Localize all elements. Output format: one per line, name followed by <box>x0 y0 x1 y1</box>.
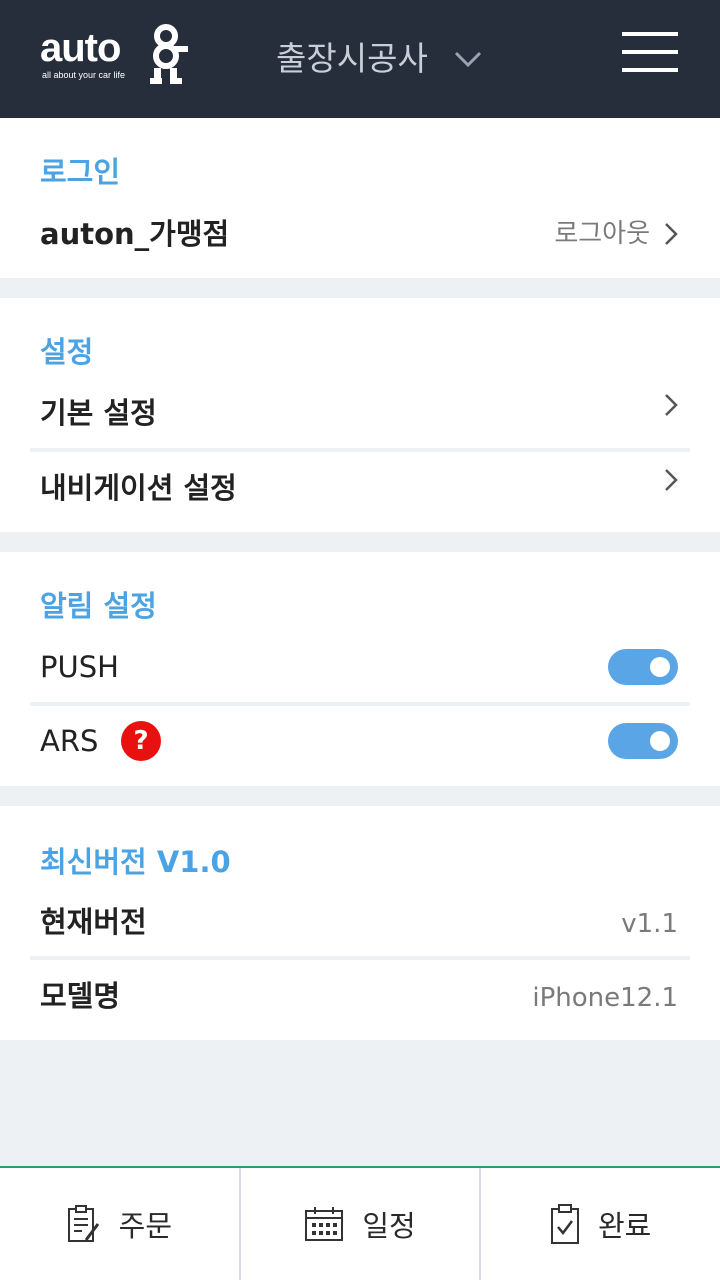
order-clipboard-icon <box>67 1204 101 1244</box>
toggle-knob <box>650 657 670 677</box>
divider <box>30 956 690 960</box>
ars-label: ARS <box>40 724 99 758</box>
settings-item-basic[interactable]: 기본 설정 <box>0 388 720 444</box>
divider <box>30 448 690 452</box>
brand-logo[interactable]: auto all about your car life <box>40 24 200 88</box>
calendar-icon <box>304 1206 344 1242</box>
notification-section-title: 알림 설정 <box>40 589 157 623</box>
mascot-icon <box>150 24 188 84</box>
chevron-right-icon <box>664 393 678 417</box>
divider <box>30 702 690 706</box>
tab-schedule[interactable]: 일정 <box>241 1168 482 1280</box>
chevron-down-icon <box>454 50 482 68</box>
settings-section-title: 설정 <box>40 335 94 369</box>
settings-item-label: 기본 설정 <box>40 396 157 430</box>
hamburger-menu-icon[interactable] <box>622 30 680 74</box>
tab-order[interactable]: 주문 <box>0 1168 241 1280</box>
tab-label: 일정 <box>362 1209 416 1243</box>
tab-label: 주문 <box>118 1209 173 1243</box>
settings-item-navigation[interactable]: 내비게이션 설정 <box>0 462 720 518</box>
login-section: 로그인 auton_가맹점 로그아웃 <box>0 118 720 278</box>
current-version-label: 현재버전 <box>40 905 147 939</box>
ars-toggle[interactable] <box>608 723 678 759</box>
notification-section: 알림 설정 PUSH ARS ? <box>0 552 720 786</box>
push-toggle[interactable] <box>608 649 678 685</box>
toggle-knob <box>650 731 670 751</box>
model-name-label: 모델명 <box>40 979 121 1013</box>
version-section: 최신버전 V1.0 현재버전 v1.1 모델명 iPhone12.1 <box>0 806 720 1040</box>
ars-help-icon[interactable]: ? <box>121 721 161 761</box>
login-section-title: 로그인 <box>40 155 121 189</box>
chevron-right-icon <box>664 468 678 492</box>
check-clipboard-icon <box>550 1203 580 1245</box>
bottom-tab-bar: 주문 일정 완료 <box>0 1166 720 1280</box>
chevron-right-icon-wrap <box>650 393 678 417</box>
model-name-text: iPhone12.1 <box>532 983 678 1013</box>
tab-label: 완료 <box>597 1209 652 1243</box>
logo-wordmark: auto <box>40 26 121 70</box>
current-version-value: v1.1 <box>621 904 678 944</box>
tab-complete[interactable]: 완료 <box>481 1168 720 1280</box>
logout-label: 로그아웃 <box>554 219 650 249</box>
model-name-value: iPhone12.1 <box>532 978 678 1018</box>
settings-section: 설정 기본 설정 내비게이션 설정 <box>0 298 720 532</box>
settings-item-label: 내비게이션 설정 <box>40 471 237 505</box>
push-label: PUSH <box>40 650 119 684</box>
account-name: auton_가맹점 <box>40 217 230 251</box>
current-version-text: v1.1 <box>621 909 678 939</box>
logout-button[interactable]: 로그아웃 <box>554 214 678 254</box>
version-section-title: 최신버전 V1.0 <box>40 845 231 879</box>
top-header: auto all about your car life 출장시공사 <box>0 0 720 118</box>
chevron-right-icon <box>664 222 678 246</box>
logo-tagline: all about your car life <box>42 70 126 80</box>
chevron-right-icon-wrap <box>650 468 678 492</box>
branch-selector[interactable]: 출장시공사 <box>276 36 482 82</box>
header-title: 출장시공사 <box>276 39 428 78</box>
